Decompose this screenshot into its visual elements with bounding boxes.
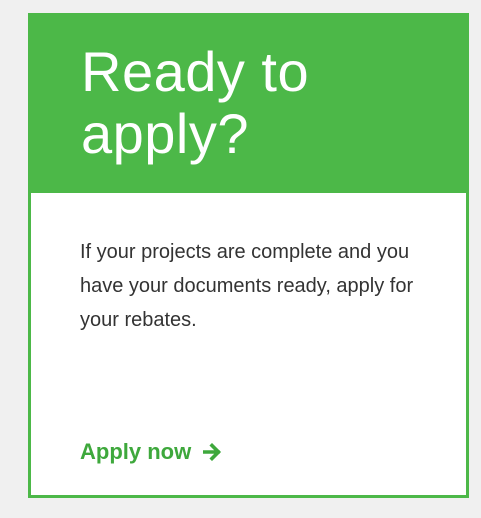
apply-now-label: Apply now [80,439,192,464]
card-title: Ready to apply? [81,41,421,165]
apply-now-link[interactable]: Apply now [80,438,223,466]
apply-card: Ready to apply? If your projects are com… [28,13,469,498]
card-description: If your projects are complete and you ha… [80,241,414,331]
arrow-right-icon [203,443,223,461]
card-title-line-2: apply? [81,102,250,165]
card-title-line-1: Ready to [81,40,310,103]
card-header: Ready to apply? [31,16,466,193]
card-body: If your projects are complete and you ha… [31,193,466,495]
